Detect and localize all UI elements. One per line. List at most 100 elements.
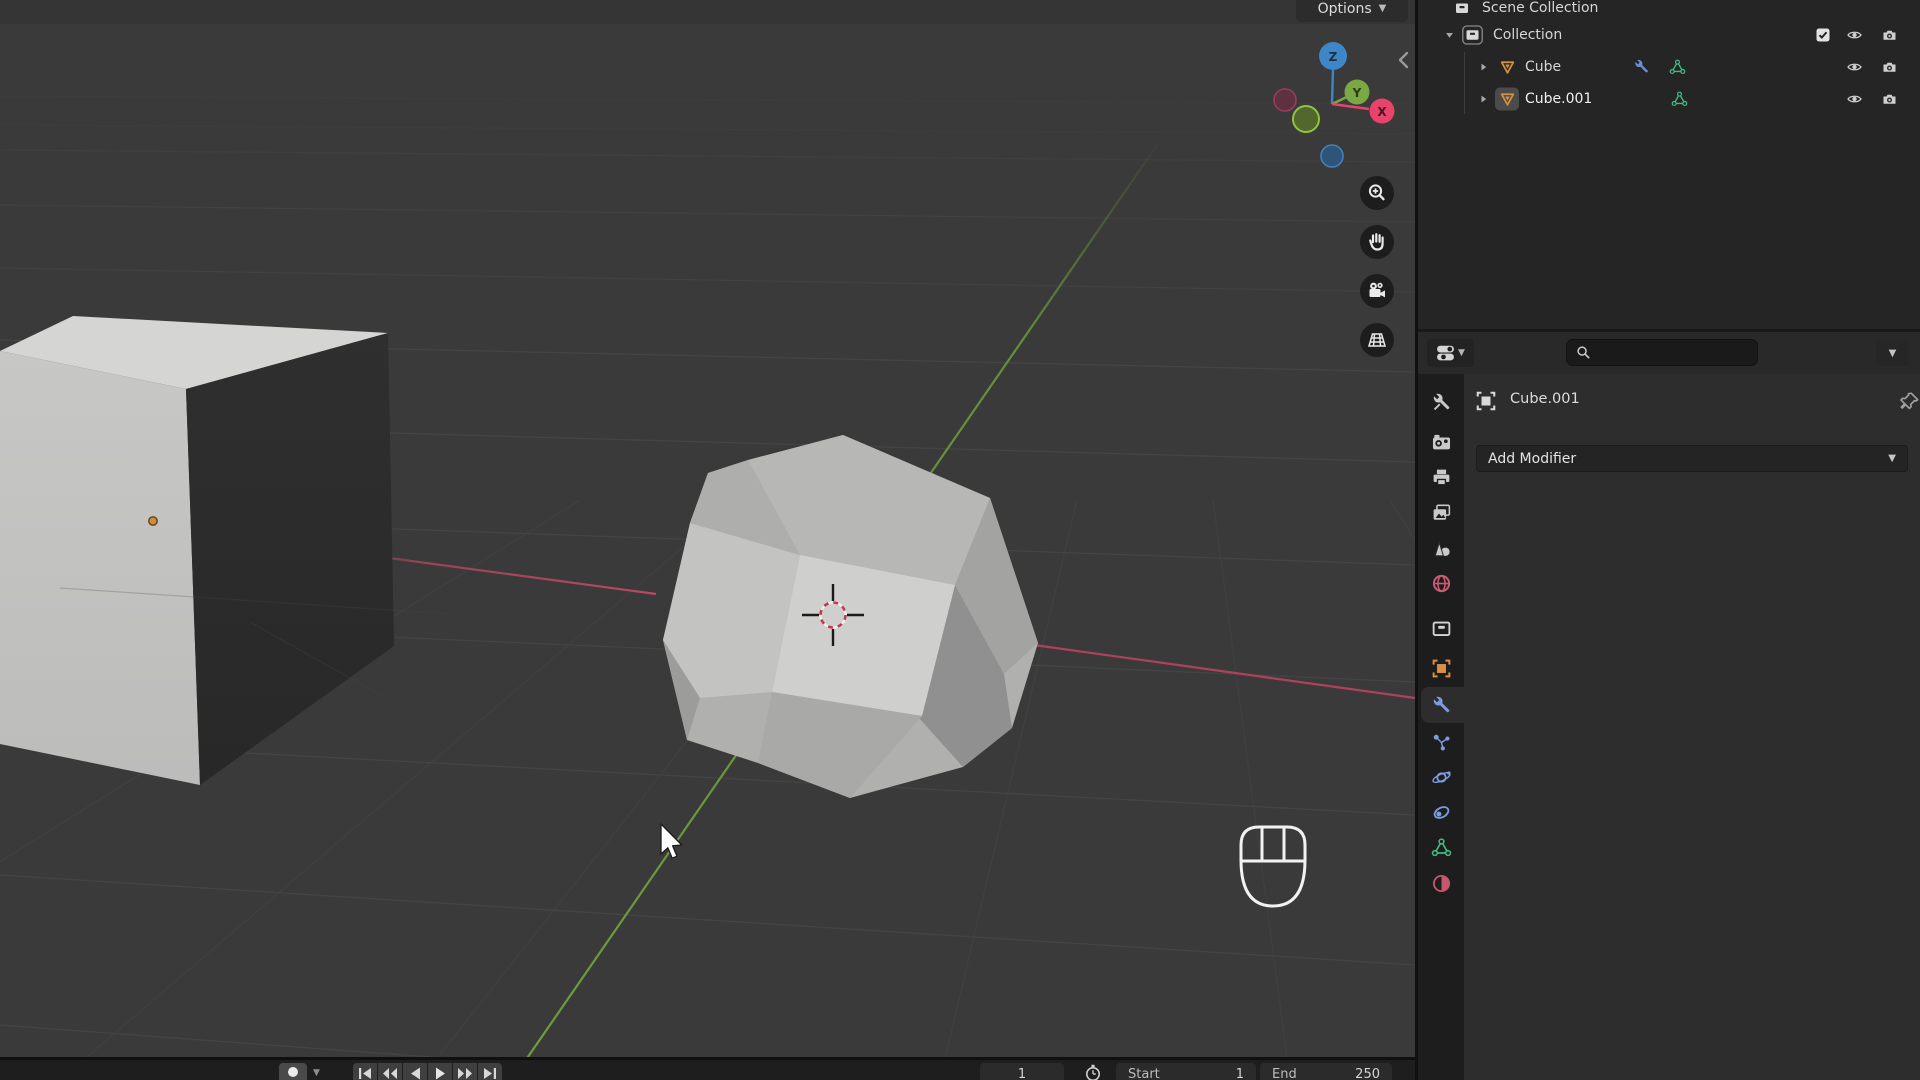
camera-icon[interactable]	[1881, 59, 1898, 75]
jump-start-icon	[359, 1068, 371, 1079]
tab-render[interactable]	[1418, 424, 1464, 460]
outliner-editor[interactable]: Scene Collection Collection Cube Cube.00…	[1418, 0, 1920, 329]
options-label: Options	[1317, 0, 1372, 17]
record-dot-icon	[288, 1067, 298, 1077]
playback-controls[interactable]	[353, 1063, 502, 1080]
gizmo-axis-neg-z[interactable]	[1320, 144, 1344, 168]
tab-world[interactable]	[1418, 565, 1464, 601]
disclosure-collapsed-icon[interactable]	[1478, 62, 1489, 73]
outliner-label: Cube.001	[1525, 91, 1593, 107]
properties-editor[interactable]: ▼ ▼ Cube.001 Add Modifier ▼	[1418, 332, 1920, 1080]
search-input[interactable]	[1597, 344, 1751, 361]
checkbox-checked-icon[interactable]	[1815, 27, 1831, 43]
world-icon	[1432, 574, 1450, 592]
tab-physics[interactable]	[1418, 759, 1464, 795]
jump-end-icon	[484, 1068, 496, 1079]
mesh-object-icon	[1500, 61, 1515, 74]
projection-toggle-button[interactable]	[1360, 323, 1394, 357]
tab-object-constraints[interactable]	[1418, 794, 1464, 830]
region-collapse-chevron[interactable]	[1396, 48, 1412, 72]
outliner-row-collection[interactable]: Collection	[1418, 20, 1920, 50]
viewport-header-band	[0, 0, 1415, 24]
tab-view-layer[interactable]	[1418, 494, 1464, 530]
zoom-icon	[1368, 184, 1385, 201]
outliner-row-cube-001[interactable]: Cube.001	[1418, 84, 1920, 114]
camera-view-button[interactable]	[1360, 274, 1394, 308]
current-frame-field[interactable]: 1	[980, 1063, 1064, 1080]
view-layer-icon	[1433, 503, 1450, 520]
start-frame-value: 1	[1235, 1067, 1244, 1080]
tab-scene[interactable]	[1418, 530, 1464, 566]
mesh-data-icon	[1671, 91, 1688, 107]
material-icon	[1432, 874, 1450, 892]
zoom-button[interactable]	[1360, 176, 1394, 210]
gizmo-axis-neg-x[interactable]	[1273, 88, 1297, 112]
pin-icon[interactable]	[1900, 390, 1920, 412]
mesh-data-icon	[1669, 59, 1686, 75]
physics-icon	[1431, 770, 1451, 783]
tab-object-data[interactable]	[1418, 829, 1464, 865]
outliner-row-cube[interactable]: Cube	[1418, 52, 1920, 82]
timeline-editor[interactable]: ▼ 1 Start 1 End 250	[0, 1060, 1415, 1080]
navigation-gizmo[interactable]: Z Y X	[1262, 28, 1407, 173]
prev-keyframe-icon	[383, 1068, 397, 1079]
particles-icon	[1433, 734, 1450, 751]
tab-tool[interactable]	[1418, 384, 1464, 420]
tool-icon	[1433, 393, 1449, 410]
scene-icon	[1433, 540, 1450, 556]
tab-collection[interactable]	[1418, 610, 1464, 646]
outliner-label: Collection	[1493, 27, 1563, 43]
object-data-icon	[1431, 837, 1451, 856]
tab-object[interactable]	[1418, 650, 1464, 686]
output-icon	[1433, 469, 1449, 485]
add-modifier-label: Add Modifier	[1488, 450, 1577, 467]
play-button[interactable]	[428, 1063, 452, 1080]
disclosure-expanded-icon[interactable]	[1444, 30, 1455, 41]
jump-to-end-button[interactable]	[478, 1063, 502, 1080]
end-frame-field[interactable]: End 250	[1260, 1063, 1392, 1080]
3d-viewport[interactable]: Options ▼ Z Y X	[0, 0, 1415, 1057]
start-frame-field[interactable]: Start 1	[1116, 1063, 1256, 1080]
eye-icon[interactable]	[1846, 27, 1863, 43]
eye-icon[interactable]	[1846, 91, 1863, 107]
constraints-icon	[1433, 805, 1449, 819]
pan-button[interactable]	[1360, 225, 1394, 259]
viewport-scene	[0, 0, 1415, 1057]
start-frame-label: Start	[1128, 1067, 1160, 1080]
outliner-label: Scene Collection	[1482, 0, 1599, 16]
add-modifier-button[interactable]: Add Modifier ▼	[1476, 445, 1908, 472]
jump-to-start-button[interactable]	[353, 1063, 377, 1080]
search-field[interactable]	[1566, 339, 1758, 366]
chevron-down-icon: ▼	[1888, 453, 1896, 464]
modifiers-wrench-icon	[1433, 696, 1449, 712]
eye-icon[interactable]	[1846, 59, 1863, 75]
tab-output[interactable]	[1418, 459, 1464, 495]
tab-modifiers[interactable]	[1418, 687, 1464, 723]
chevron-down-icon: ▼	[1888, 347, 1897, 359]
camera-icon[interactable]	[1881, 91, 1898, 107]
properties-editor-icon	[1437, 345, 1454, 361]
options-dropdown-button[interactable]: Options ▼	[1296, 0, 1408, 22]
tab-particles[interactable]	[1418, 724, 1464, 760]
disclosure-collapsed-icon[interactable]	[1478, 94, 1489, 105]
collection-icon	[1462, 25, 1483, 45]
end-frame-label: End	[1272, 1067, 1297, 1080]
gizmo-axis-neg-y[interactable]	[1292, 105, 1320, 133]
object-breadcrumb-icon	[1476, 391, 1496, 411]
gizmo-z-label: Z	[1329, 50, 1338, 64]
play-reverse-button[interactable]	[403, 1063, 427, 1080]
camera-icon[interactable]	[1881, 27, 1898, 43]
preview-range-button[interactable]	[1083, 1064, 1103, 1080]
properties-options-button[interactable]: ▼	[1876, 340, 1909, 366]
editor-type-button[interactable]: ▼	[1427, 339, 1474, 367]
auto-keying-button[interactable]	[279, 1063, 307, 1080]
tab-material[interactable]	[1418, 865, 1464, 901]
next-keyframe-icon	[458, 1068, 472, 1079]
properties-tab-strip	[1418, 374, 1464, 1080]
keying-dropdown-chevron[interactable]: ▼	[313, 1068, 320, 1078]
next-keyframe-button[interactable]	[453, 1063, 477, 1080]
camera-view-icon	[1369, 282, 1385, 298]
chevron-down-icon: ▼	[1378, 3, 1387, 14]
play-reverse-icon	[411, 1067, 420, 1080]
previous-keyframe-button[interactable]	[378, 1063, 402, 1080]
